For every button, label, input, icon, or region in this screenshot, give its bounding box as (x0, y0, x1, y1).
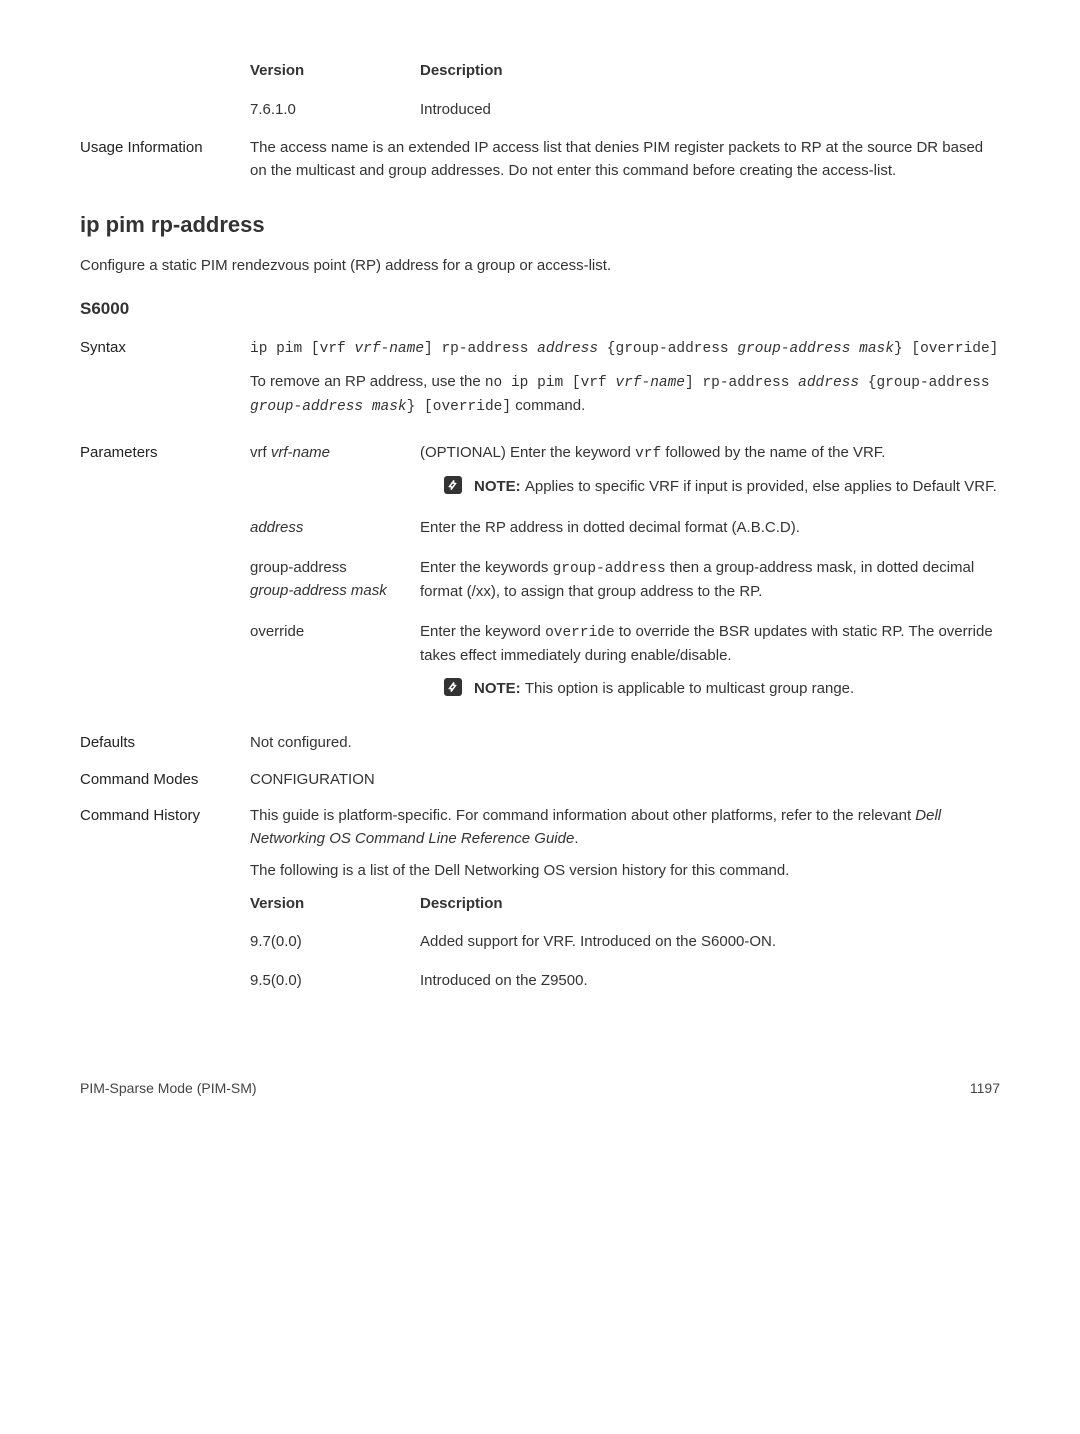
defaults-row: Defaults Not configured. (80, 732, 1000, 755)
param-vrf-desc: (OPTIONAL) Enter the keyword vrf followe… (420, 442, 1000, 498)
history-r1-d: Added support for VRF. Introduced on the… (420, 931, 1000, 954)
param-address-label: address (250, 517, 420, 540)
defaults-label: Defaults (80, 732, 250, 755)
history-p1: This guide is platform-specific. For com… (250, 805, 1000, 850)
col-description: Description (420, 60, 1000, 83)
note-text: NOTE: Applies to specific VRF if input i… (474, 476, 1000, 499)
note-row: NOTE: This option is applicable to multi… (420, 678, 1000, 701)
param-group-desc: Enter the keywords group-address then a … (420, 557, 1000, 603)
param-group: group-address group-address mask Enter t… (250, 557, 1000, 603)
usage-text: The access name is an extended IP access… (250, 137, 1000, 182)
param-vrf-label: vrf vrf-name (250, 442, 420, 498)
modes-value: CONFIGURATION (250, 769, 1000, 792)
section-title: ip pim rp-address (80, 208, 1000, 241)
param-override: override Enter the keyword override to o… (250, 621, 1000, 700)
modes-label: Command Modes (80, 769, 250, 792)
platform: S6000 (80, 296, 1000, 322)
history-p2: The following is a list of the Dell Netw… (250, 860, 1000, 883)
parameters-content: vrf vrf-name (OPTIONAL) Enter the keywor… (250, 442, 1000, 718)
note-row: NOTE: Applies to specific VRF if input i… (420, 476, 1000, 499)
top-version-table: Version Description 7.6.1.0 Introduced (250, 60, 1000, 121)
param-override-label: override (250, 621, 420, 700)
param-vrf: vrf vrf-name (OPTIONAL) Enter the keywor… (250, 442, 1000, 498)
history-label: Command History (80, 805, 250, 998)
note-icon (444, 678, 462, 696)
parameters-row: Parameters vrf vrf-name (OPTIONAL) Enter… (80, 442, 1000, 718)
syntax-label: Syntax (80, 337, 250, 418)
history-content: This guide is platform-specific. For com… (250, 805, 1000, 998)
param-address: address Enter the RP address in dotted d… (250, 517, 1000, 540)
param-address-desc: Enter the RP address in dotted decimal f… (420, 517, 1000, 540)
usage-label: Usage Information (80, 137, 250, 182)
footer-left: PIM-Sparse Mode (PIM-SM) (80, 1078, 257, 1099)
history-col-version: Version (250, 893, 420, 916)
history-r2-d: Introduced on the Z9500. (420, 970, 1000, 993)
syntax-cmd: ip pim [vrf vrf-name] rp-address address… (250, 341, 998, 357)
history-r1-v: 9.7(0.0) (250, 931, 420, 954)
param-group-label: group-address group-address mask (250, 557, 420, 603)
usage-row: Usage Information The access name is an … (80, 137, 1000, 182)
history-row: Command History This guide is platform-s… (80, 805, 1000, 998)
syntax-content: ip pim [vrf vrf-name] rp-address address… (250, 337, 1000, 418)
version-desc: Introduced (420, 99, 1000, 122)
defaults-value: Not configured. (250, 732, 1000, 755)
col-version: Version (250, 60, 420, 83)
modes-row: Command Modes CONFIGURATION (80, 769, 1000, 792)
syntax-row: Syntax ip pim [vrf vrf-name] rp-address … (80, 337, 1000, 418)
param-override-desc: Enter the keyword override to override t… (420, 621, 1000, 700)
section-subtitle: Configure a static PIM rendezvous point … (80, 255, 1000, 278)
page-footer: PIM-Sparse Mode (PIM-SM) 1197 (80, 1078, 1000, 1099)
note-icon (444, 476, 462, 494)
parameters-label: Parameters (80, 442, 250, 718)
syntax-remove: To remove an RP address, use the no ip p… (250, 373, 990, 414)
note-text: NOTE: This option is applicable to multi… (474, 678, 1000, 701)
footer-right: 1197 (970, 1078, 1000, 1099)
history-col-desc: Description (420, 893, 1000, 916)
version-value: 7.6.1.0 (250, 99, 420, 122)
history-r2-v: 9.5(0.0) (250, 970, 420, 993)
